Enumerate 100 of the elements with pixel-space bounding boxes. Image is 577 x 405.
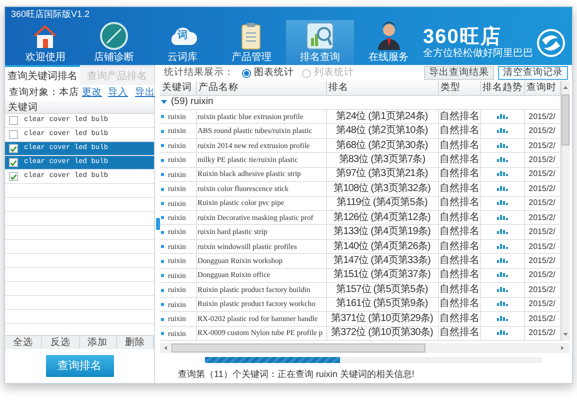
- bullet-icon: [161, 288, 164, 292]
- date-cell: 2015/2/: [528, 198, 556, 208]
- bullet-icon: [161, 115, 164, 118]
- nav-tab[interactable]: 词 云词库: [148, 20, 218, 65]
- rank-cell: 第24位 (第1页第24条): [336, 110, 428, 122]
- export-link[interactable]: 导出: [135, 86, 155, 100]
- rank-cell: 第108位 (第3页第32条): [334, 182, 430, 194]
- trend-bars-icon[interactable]: [496, 258, 508, 264]
- date-cell: 2015/2/: [528, 112, 556, 121]
- type-cell: 自然排名: [440, 168, 479, 180]
- window-title: 360旺店国际版V1.2: [11, 9, 91, 20]
- column-header: 关键词: [5, 101, 154, 114]
- trend-bars-icon[interactable]: [496, 286, 508, 292]
- checkbox[interactable]: [9, 130, 18, 139]
- type-cell: 自然排名: [440, 154, 479, 165]
- date-cell: 2015/2/: [528, 314, 556, 323]
- type-cell: 自然排名: [440, 182, 479, 194]
- trend-bars-icon[interactable]: [496, 200, 508, 206]
- nav-tab[interactable]: 排名查询: [286, 20, 354, 65]
- checkbox[interactable]: [9, 144, 18, 153]
- query-target-label: 查询对象：本店: [9, 86, 79, 100]
- bullet-icon: [161, 260, 164, 263]
- radio-option[interactable]: 图表统计: [242, 66, 294, 80]
- trend-bars-icon[interactable]: [496, 156, 508, 162]
- action-button[interactable]: 删除: [116, 336, 154, 349]
- trend-bars-icon[interactable]: [496, 128, 508, 134]
- trend-bars-icon[interactable]: [496, 330, 508, 336]
- date-cell: 2015/2/: [528, 270, 556, 280]
- collapse-handle[interactable]: [156, 218, 160, 230]
- rank-cell: 第161位 (第5页第9条): [336, 298, 428, 310]
- logo-slogan: 全方位轻松做好阿里巴巴: [423, 48, 534, 59]
- trend-bars-icon[interactable]: [496, 244, 508, 249]
- chart-magnifier-icon: [304, 21, 336, 51]
- nav-tab[interactable]: 欢迎使用: [11, 20, 80, 65]
- caret-icon[interactable]: [161, 98, 167, 105]
- logo-text: 360旺店: [423, 26, 502, 48]
- type-cell: 自然排名: [440, 327, 479, 338]
- type-cell: 自然排名: [440, 284, 479, 295]
- rank-cell: 第68位 (第2页第30条): [336, 140, 428, 151]
- action-button[interactable]: 全选: [5, 336, 42, 349]
- date-cell: 2015/2/: [528, 242, 556, 251]
- nav-tab[interactable]: 在线服务: [354, 20, 424, 65]
- checkbox[interactable]: [9, 116, 18, 125]
- toolbar-button[interactable]: 清空查询记录: [498, 66, 568, 80]
- type-cell: 自然排名: [440, 298, 479, 310]
- checkbox[interactable]: [9, 158, 18, 167]
- action-button[interactable]: 添加: [80, 336, 117, 349]
- nav-tab[interactable]: 店铺诊断: [80, 20, 148, 65]
- bullet-icon: [161, 303, 164, 306]
- trend-bars-icon[interactable]: [496, 316, 508, 321]
- date-cell: 2015/2/: [528, 227, 556, 236]
- trend-bars-icon[interactable]: [496, 214, 508, 220]
- column-header: 关键词: [160, 81, 196, 95]
- rank-cell: 第157位 (第5页第5条): [336, 284, 428, 295]
- date-cell: 2015/2/: [528, 212, 556, 222]
- nav-tab[interactable]: 产品管理: [217, 20, 286, 65]
- bullet-icon: [161, 188, 164, 191]
- query-ranking-button[interactable]: 查询排名: [46, 354, 114, 378]
- group-label: (59) ruixin: [171, 96, 214, 108]
- date-cell: 2015/2/: [528, 299, 556, 308]
- rank-cell: 第119位 (第4页第5条): [336, 197, 428, 208]
- trend-bars-icon[interactable]: [496, 171, 508, 176]
- date-cell: 2015/2/: [528, 184, 556, 193]
- trend-bars-icon[interactable]: [496, 229, 508, 234]
- rank-cell: 第133位 (第4页第19条): [334, 226, 430, 238]
- panel-tab[interactable]: 查询关键词排名: [5, 65, 80, 85]
- trend-bars-icon[interactable]: [496, 186, 508, 191]
- bullet-icon: [161, 245, 164, 248]
- rank-cell: 第126位 (第4页第12条): [334, 212, 430, 223]
- bullet-icon: [161, 144, 164, 148]
- rank-cell: 第48位 (第2页第10条): [336, 125, 428, 136]
- column-header: 产品名称: [196, 81, 326, 95]
- bullet-icon: [161, 202, 164, 206]
- type-cell: 自然排名: [440, 212, 479, 223]
- trend-bars-icon[interactable]: [496, 142, 508, 148]
- import-link[interactable]: 导入: [108, 86, 128, 100]
- checkbox[interactable]: [9, 172, 18, 181]
- toolbar-button[interactable]: 导出查询结果: [424, 66, 494, 80]
- rank-cell: 第83位 (第3页第7条): [338, 154, 426, 165]
- rank-cell: 第371位 (第10页第29条): [331, 312, 433, 324]
- action-button[interactable]: 反选: [42, 336, 80, 349]
- change-link[interactable]: 更改: [82, 86, 102, 100]
- horizontal-scrollbar[interactable]: [160, 343, 572, 353]
- column-header: 查询时: [524, 81, 560, 95]
- rank-cell: 第372位 (第10页第30条): [331, 327, 433, 338]
- column-header: 排名: [326, 81, 438, 95]
- date-cell: 2015/2/: [528, 284, 556, 294]
- trend-bars-icon[interactable]: [496, 114, 508, 119]
- rank-cell: 第151位 (第4页第37条): [334, 269, 430, 280]
- status-text: 查询第（11）个关键词：正在查询 ruixin 关键词的相关信息!: [177, 368, 416, 381]
- trend-bars-icon[interactable]: [496, 301, 508, 306]
- type-cell: 自然排名: [440, 312, 479, 324]
- type-cell: 自然排名: [440, 125, 479, 136]
- bullet-icon: [161, 318, 164, 321]
- bullet-icon: [161, 173, 164, 176]
- type-cell: 自然排名: [440, 226, 479, 238]
- trend-bars-icon[interactable]: [496, 272, 508, 278]
- type-cell: 自然排名: [440, 240, 479, 252]
- bullet-icon: [161, 332, 164, 335]
- type-cell: 自然排名: [440, 269, 479, 280]
